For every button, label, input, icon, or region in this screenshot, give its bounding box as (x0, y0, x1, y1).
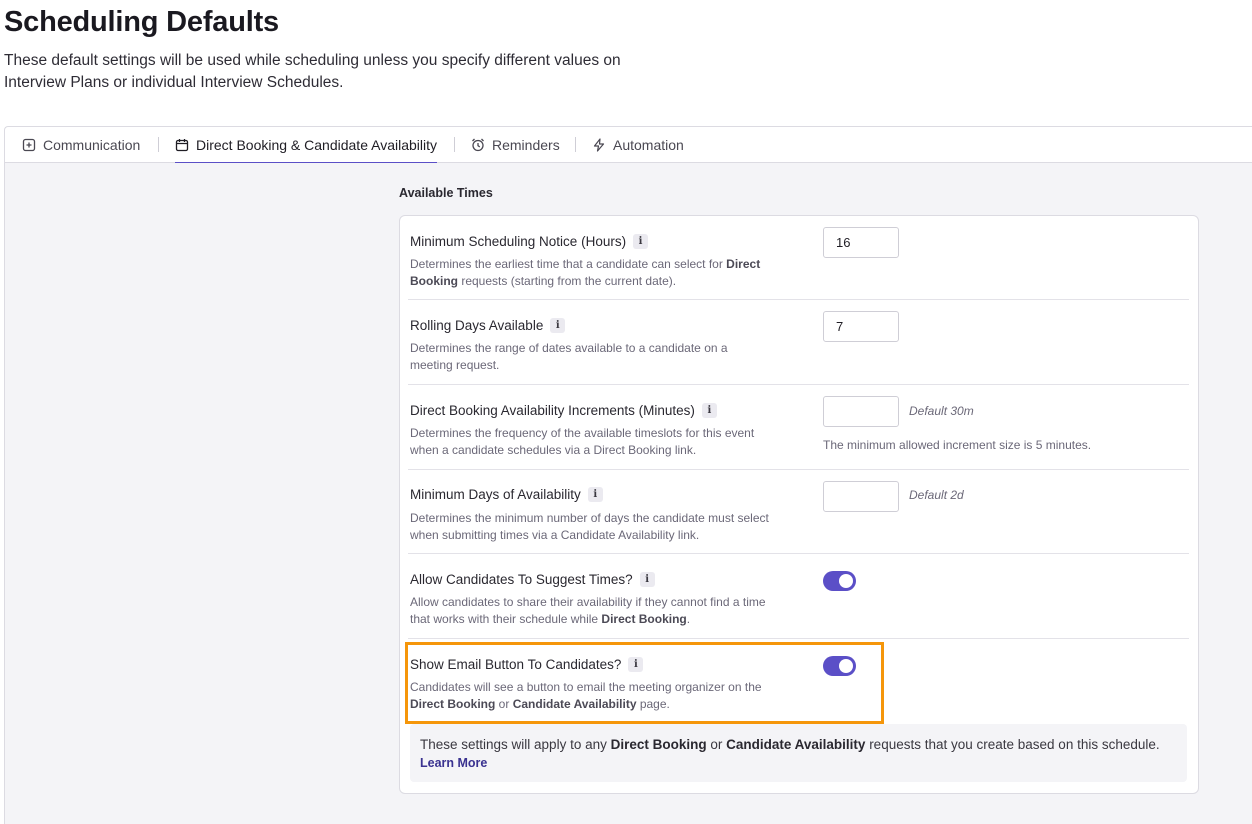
increments-label: Direct Booking Availability Increments (… (410, 403, 717, 418)
alarm-clock-icon (471, 138, 485, 152)
info-icon[interactable]: i (550, 318, 566, 333)
suggest-times-label: Allow Candidates To Suggest Times? i (410, 572, 655, 587)
min-days-label: Minimum Days of Availability i (410, 487, 603, 502)
info-note-text: These settings will apply to any Direct … (420, 737, 1160, 752)
min-days-description: Determines the minimum number of days th… (410, 511, 769, 542)
row-divider (408, 553, 1189, 554)
section-title: Available Times (399, 186, 493, 200)
row-divider (408, 469, 1189, 470)
tab-automation[interactable]: Automation (592, 127, 684, 163)
suggest-times-toggle[interactable] (823, 571, 856, 591)
tab-direct-booking[interactable]: Direct Booking & Candidate Availability (175, 127, 437, 164)
tab-reminders[interactable]: Reminders (471, 127, 560, 163)
highlight-outline (405, 642, 884, 724)
min-notice-input[interactable] (823, 227, 899, 258)
tab-divider (575, 137, 576, 152)
min-notice-label: Minimum Scheduling Notice (Hours) i (410, 234, 649, 249)
toggle-knob (839, 574, 853, 588)
info-icon[interactable]: i (633, 234, 649, 249)
info-icon[interactable]: i (639, 572, 655, 587)
row-divider (408, 384, 1189, 385)
increments-min-note: The minimum allowed increment size is 5 … (823, 438, 1092, 452)
message-icon (22, 138, 36, 152)
row-divider (408, 299, 1189, 300)
info-icon[interactable]: i (587, 487, 603, 502)
tab-label: Automation (613, 137, 684, 153)
min-notice-description: Determines the earliest time that a cand… (410, 257, 761, 288)
min-days-default-hint: Default 2d (909, 488, 964, 502)
rolling-days-description: Determines the range of dates available … (410, 341, 728, 372)
info-icon[interactable]: i (701, 403, 717, 418)
settings-tabs: Communication Direct Booking & Candidate… (4, 126, 1252, 164)
tab-label: Reminders (492, 137, 560, 153)
learn-more-link[interactable]: Learn More (420, 756, 487, 770)
page-title: Scheduling Defaults (4, 6, 279, 38)
row-divider (408, 638, 1189, 639)
tab-label: Direct Booking & Candidate Availability (196, 137, 437, 153)
calendar-icon (175, 138, 189, 152)
tab-communication[interactable]: Communication (22, 127, 140, 163)
info-note: These settings will apply to any Direct … (410, 724, 1187, 782)
page-description: These default settings will be used whil… (4, 52, 621, 91)
tab-divider (454, 137, 455, 152)
rolling-days-input[interactable] (823, 311, 899, 342)
min-days-input[interactable] (823, 481, 899, 512)
tab-label: Communication (43, 137, 141, 153)
increments-input[interactable] (823, 396, 899, 427)
increments-default-hint: Default 30m (909, 404, 974, 418)
lightning-icon (592, 138, 606, 152)
rolling-days-label: Rolling Days Available i (410, 318, 566, 333)
tab-divider (158, 137, 159, 152)
suggest-times-description: Allow candidates to share their availabi… (410, 595, 766, 626)
increments-description: Determines the frequency of the availabl… (410, 426, 755, 457)
